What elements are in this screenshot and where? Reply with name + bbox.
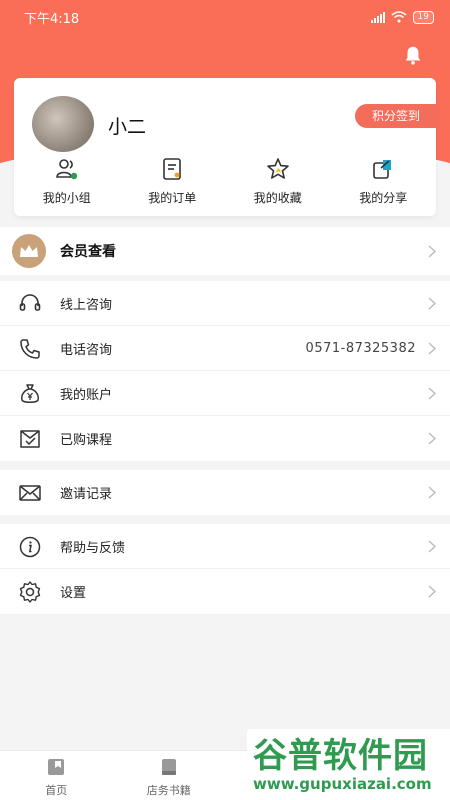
wifi-icon [391, 11, 407, 23]
watermark-url: www.gupuxiazai.com [253, 774, 432, 793]
menu-item-help-feedback[interactable]: 帮助与反馈 [0, 524, 450, 569]
menu-item-phone-consult[interactable]: 电话咨询 0571-87325382 [0, 326, 450, 371]
tab-label: 店务书籍 [146, 784, 191, 797]
home-icon [48, 759, 65, 775]
chevron-right-icon [428, 540, 436, 553]
avatar[interactable] [32, 96, 94, 152]
menu-item-label: 邀请记录 [60, 487, 113, 502]
tab-label: 首页 [45, 784, 68, 797]
course-icon [20, 430, 40, 448]
menu-item-online-consult[interactable]: 线上咨询 [0, 281, 450, 326]
menu-item-purchased-courses[interactable]: 已购课程 [0, 416, 450, 461]
quick-action-label: 我的分享 [359, 191, 408, 205]
headset-icon [19, 294, 41, 311]
username: 小二 [108, 116, 147, 138]
service-menu-section: 线上咨询 电话咨询 0571-87325382 我的账户 已购课程 [0, 281, 450, 461]
menu-item-label: 我的账户 [60, 387, 113, 403]
chevron-right-icon [428, 432, 436, 445]
bell-icon[interactable] [402, 44, 424, 66]
profile-card: 小二 积分签到 我的小组 我的订单 我的收藏 我的分享 [14, 78, 437, 216]
watermark: 谷普软件园 www.gupuxiazai.com [247, 729, 450, 800]
vip-row[interactable]: 会员查看 [0, 227, 450, 275]
chevron-right-icon [428, 387, 436, 400]
watermark-title: 谷普软件园 [253, 735, 428, 776]
money-bag-icon [21, 384, 39, 403]
support-menu-section: 帮助与反馈 设置 [0, 524, 450, 614]
quick-action-my-shares[interactable]: 我的分享 [331, 156, 437, 206]
quick-action-my-favorites[interactable]: 我的收藏 [225, 156, 331, 206]
tab-home[interactable]: 首页 [0, 751, 113, 800]
mail-icon [19, 485, 41, 501]
chevron-right-icon [428, 342, 436, 355]
quick-action-label: 我的收藏 [253, 191, 302, 205]
book-icon [161, 759, 176, 775]
menu-item-my-account[interactable]: 我的账户 [0, 371, 450, 416]
menu-item-settings[interactable]: 设置 [0, 569, 450, 614]
chevron-right-icon [428, 245, 436, 258]
menu-item-label: 帮助与反馈 [60, 540, 126, 556]
star-icon [266, 158, 289, 179]
chevron-right-icon [428, 585, 436, 598]
quick-action-label: 我的小组 [42, 191, 91, 205]
settings-icon [19, 581, 41, 603]
info-icon [19, 536, 41, 558]
battery-icon: 19 [412, 10, 434, 24]
tab-shop-books[interactable]: 店务书籍 [113, 751, 226, 800]
phone-icon [20, 339, 40, 359]
group-icon [55, 159, 77, 180]
invite-menu-section: 邀请记录 [0, 470, 450, 515]
menu-item-label: 线上咨询 [60, 297, 113, 313]
phone-number: 0571-87325382 [305, 340, 416, 356]
menu-item-invite-records[interactable]: 邀请记录 [0, 470, 450, 515]
menu-item-label: 电话咨询 [60, 342, 113, 358]
menu-item-label: 已购课程 [60, 433, 113, 448]
status-bar: 下午4:18 19 [0, 0, 450, 34]
vip-section: 会员查看 [0, 227, 450, 275]
vip-label: 会员查看 [60, 244, 116, 260]
quick-action-my-orders[interactable]: 我的订单 [120, 156, 226, 206]
quick-actions: 我的小组 我的订单 我的收藏 我的分享 [14, 156, 436, 206]
order-icon [163, 158, 182, 180]
status-icons: 19 [370, 10, 434, 24]
crown-icon [12, 234, 46, 268]
signal-icon [370, 11, 385, 23]
status-time: 下午4:18 [24, 11, 80, 27]
quick-action-label: 我的订单 [148, 191, 197, 205]
quick-action-my-group[interactable]: 我的小组 [14, 156, 120, 206]
chevron-right-icon [428, 297, 436, 310]
menu-item-label: 设置 [60, 586, 87, 601]
chevron-right-icon [428, 486, 436, 499]
share-icon [373, 160, 392, 179]
points-signin-button[interactable]: 积分签到 [355, 104, 437, 128]
